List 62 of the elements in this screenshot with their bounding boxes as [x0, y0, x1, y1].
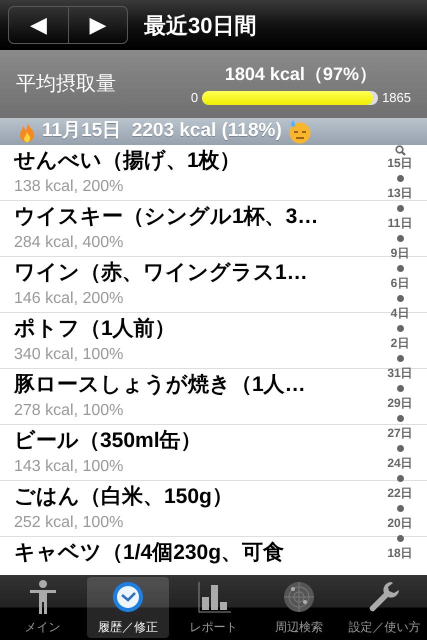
- index-label[interactable]: 2日: [390, 336, 410, 351]
- index-label[interactable]: 15日: [387, 156, 413, 171]
- index-dot[interactable]: [396, 265, 404, 272]
- index-label[interactable]: 20日: [387, 516, 413, 531]
- search-icon[interactable]: [394, 145, 406, 156]
- food-detail: 143 kcal, 100%: [14, 457, 124, 477]
- index-dot[interactable]: [396, 235, 404, 242]
- food-detail: 138 kcal, 200%: [14, 177, 124, 197]
- food-name[interactable]: キャベツ（1/4個230g、可食: [14, 539, 367, 567]
- food-name[interactable]: ウイスキー（シングル1杯、3…: [14, 203, 367, 231]
- index-dot[interactable]: [396, 535, 404, 542]
- radar-icon: [282, 580, 316, 614]
- index-dot[interactable]: [396, 415, 404, 422]
- food-name[interactable]: ワイン（赤、ワイングラス1…: [14, 259, 367, 287]
- summary-label: 平均摂取量: [16, 72, 117, 97]
- index-label[interactable]: 6日: [390, 276, 410, 291]
- tab[interactable]: 履歴／修正: [87, 577, 169, 638]
- tab[interactable]: 設定／使い方: [344, 577, 426, 638]
- index-label[interactable]: 29日: [387, 396, 413, 411]
- sweat-face-icon: [288, 119, 312, 144]
- index-dot[interactable]: [396, 205, 404, 212]
- person-icon: [28, 580, 58, 614]
- index-label[interactable]: 4日: [390, 306, 410, 321]
- wrench-icon: [367, 580, 402, 614]
- previous-button[interactable]: ◀: [9, 7, 68, 43]
- index-label[interactable]: 18日: [387, 546, 413, 561]
- index-label[interactable]: 27日: [387, 426, 413, 441]
- tab[interactable]: 周辺検索: [258, 577, 340, 638]
- food-name[interactable]: せんべい（揚げ、1枚）: [14, 147, 367, 175]
- index-dot[interactable]: [396, 475, 404, 482]
- index-dot[interactable]: [396, 175, 404, 182]
- food-name[interactable]: ごはん（白米、150g）: [14, 483, 367, 511]
- index-dot[interactable]: [396, 325, 404, 332]
- index-label[interactable]: 11日: [388, 216, 412, 231]
- index-dot[interactable]: [396, 385, 404, 392]
- tab[interactable]: レポート: [172, 577, 254, 638]
- food-name[interactable]: 豚ロースしょうが焼き（1人…: [14, 371, 367, 399]
- scale-min: 0: [190, 88, 198, 107]
- index-dot[interactable]: [396, 295, 404, 302]
- scale-max: 1865: [382, 88, 411, 107]
- food-name[interactable]: ビール（350ml缶）: [14, 427, 367, 455]
- food-detail: 252 kcal, 100%: [14, 513, 124, 533]
- index-dot[interactable]: [396, 355, 404, 362]
- index-label[interactable]: 31日: [387, 366, 413, 381]
- food-detail: 146 kcal, 200%: [14, 289, 124, 309]
- index-label[interactable]: 13日: [387, 186, 413, 201]
- tab[interactable]: メイン: [2, 577, 84, 638]
- index-label[interactable]: 22日: [387, 486, 413, 501]
- bar-chart-icon: [196, 580, 231, 614]
- food-name[interactable]: ポトフ（1人前）: [14, 315, 367, 343]
- index-dot[interactable]: [396, 505, 404, 512]
- food-detail: 340 kcal, 100%: [14, 345, 124, 365]
- index-label[interactable]: 9日: [390, 246, 410, 261]
- average-intake: 1804 kcal（97%）: [224, 62, 378, 86]
- food-detail: 284 kcal, 400%: [14, 233, 124, 253]
- food-detail: 278 kcal, 100%: [14, 401, 124, 421]
- screen-title: 最近30日間: [144, 12, 256, 40]
- date-summary: 11月15日 2203 kcal (118%): [42, 119, 282, 144]
- index-dot[interactable]: [396, 445, 404, 452]
- next-button[interactable]: ▶: [68, 7, 127, 43]
- index-label[interactable]: 24日: [387, 456, 413, 471]
- clock-icon: [111, 580, 146, 614]
